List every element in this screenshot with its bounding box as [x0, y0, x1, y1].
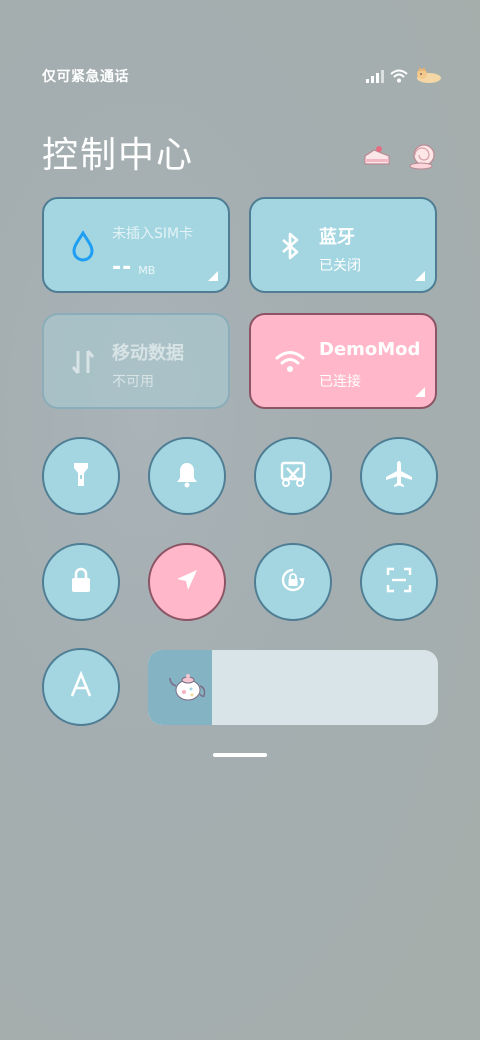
flashlight-button[interactable]	[42, 437, 120, 515]
drawer-handle[interactable]	[213, 753, 267, 757]
carrier-text: 仅可紧急通话	[42, 69, 129, 85]
mobile-data-status: 不可用	[112, 374, 154, 390]
mobile-data-tile[interactable]: 移动数据 不可用	[42, 313, 230, 409]
status-icons	[366, 66, 442, 88]
expand-corner-icon	[208, 271, 218, 281]
scissors-icon	[278, 459, 308, 493]
bell-icon	[172, 459, 202, 493]
sim-status-text: 未插入SIM卡	[112, 226, 194, 242]
cake-icon	[362, 142, 392, 176]
data-usage-unit: MB	[138, 264, 156, 277]
screenshot-button[interactable]	[254, 437, 332, 515]
shiba-dog-icon	[414, 66, 442, 88]
bluetooth-label: 蓝牙	[319, 227, 355, 248]
lock-icon	[66, 565, 96, 599]
bluetooth-icon	[273, 229, 307, 263]
airplane-icon	[383, 458, 415, 494]
location-button[interactable]	[148, 543, 226, 621]
bluetooth-tile[interactable]: 蓝牙 已关闭	[249, 197, 437, 293]
snail-icon	[408, 142, 438, 176]
rotate-lock-icon	[277, 564, 309, 600]
data-usage-value: -- MB	[112, 255, 155, 280]
data-usage-number: --	[112, 255, 133, 280]
bluetooth-status: 已关闭	[319, 258, 361, 274]
scanner-button[interactable]	[360, 543, 438, 621]
airplane-mode-button[interactable]	[360, 437, 438, 515]
letter-a-icon	[66, 670, 96, 704]
data-arrows-icon	[66, 345, 100, 379]
auto-rotate-button[interactable]	[254, 543, 332, 621]
expand-corner-icon	[415, 271, 425, 281]
teapot-icon	[168, 670, 208, 708]
expand-corner-icon	[415, 387, 425, 397]
water-drop-icon	[66, 229, 100, 263]
wifi-icon	[390, 68, 408, 87]
lock-screen-button[interactable]	[42, 543, 120, 621]
wlan-network-name: DemoMod	[319, 339, 421, 360]
scan-icon	[384, 565, 414, 599]
mobile-data-label: 移动数据	[112, 343, 184, 364]
brightness-slider[interactable]	[148, 650, 438, 725]
data-usage-tile[interactable]: 未插入SIM卡 -- MB	[42, 197, 230, 293]
signal-icon	[366, 68, 384, 87]
silent-mode-button[interactable]	[148, 437, 226, 515]
status-bar: 仅可紧急通话	[42, 66, 442, 88]
reading-mode-button[interactable]	[42, 648, 120, 726]
page-title: 控制中心	[42, 135, 195, 176]
wifi-icon	[273, 345, 307, 379]
wlan-tile[interactable]: DemoMod 已连接	[249, 313, 437, 409]
location-arrow-icon	[172, 565, 202, 599]
flashlight-icon	[66, 459, 96, 493]
wlan-status: 已连接	[319, 374, 361, 390]
